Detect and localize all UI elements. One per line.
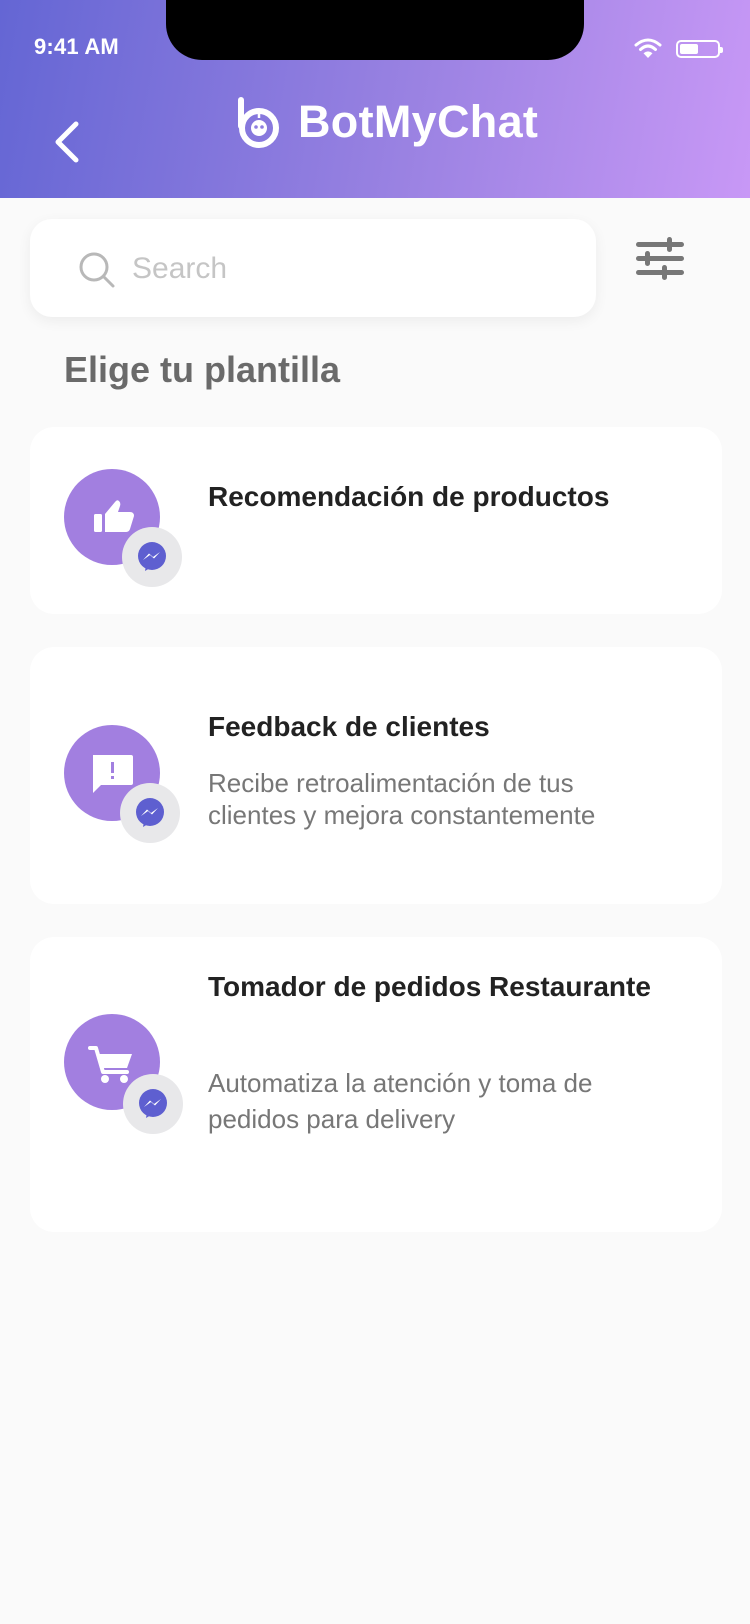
app-header: 9:41 AM BotMyChat: [0, 0, 750, 198]
template-title: Recomendación de productos: [208, 481, 610, 512]
messenger-badge: [120, 783, 180, 843]
search-bar[interactable]: [30, 219, 596, 317]
messenger-icon: [139, 1089, 167, 1118]
section-title: Elige tu plantilla: [64, 349, 341, 390]
template-card-recomendacion[interactable]: Recomendación de productos: [30, 427, 722, 614]
template-description: Recibe retroalimentación de tus clientes…: [208, 768, 596, 830]
search-icon: [79, 252, 115, 288]
search-input[interactable]: [130, 243, 574, 295]
status-time: 9:41 AM: [34, 34, 119, 59]
wifi-icon: [634, 38, 662, 58]
template-description: Automatiza la atención y toma de pedidos…: [208, 1068, 593, 1134]
messenger-badge: [122, 527, 182, 587]
bot-logo-icon: [238, 97, 279, 148]
chevron-left-icon[interactable]: [46, 118, 86, 166]
template-card-pedidos[interactable]: Tomador de pedidos Restaurante Automatiz…: [30, 937, 722, 1232]
template-title: Tomador de pedidos Restaurante: [208, 971, 651, 1002]
battery-icon: [676, 40, 723, 58]
brand-title: BotMyChat: [298, 96, 539, 147]
messenger-icon: [138, 542, 166, 571]
messenger-badge: [123, 1074, 183, 1134]
device-notch: [166, 0, 584, 60]
template-card-feedback[interactable]: Feedback de clientes Recibe retroaliment…: [30, 647, 722, 904]
messenger-icon: [136, 798, 164, 827]
template-title: Feedback de clientes: [208, 711, 490, 742]
sliders-icon[interactable]: [634, 236, 686, 282]
